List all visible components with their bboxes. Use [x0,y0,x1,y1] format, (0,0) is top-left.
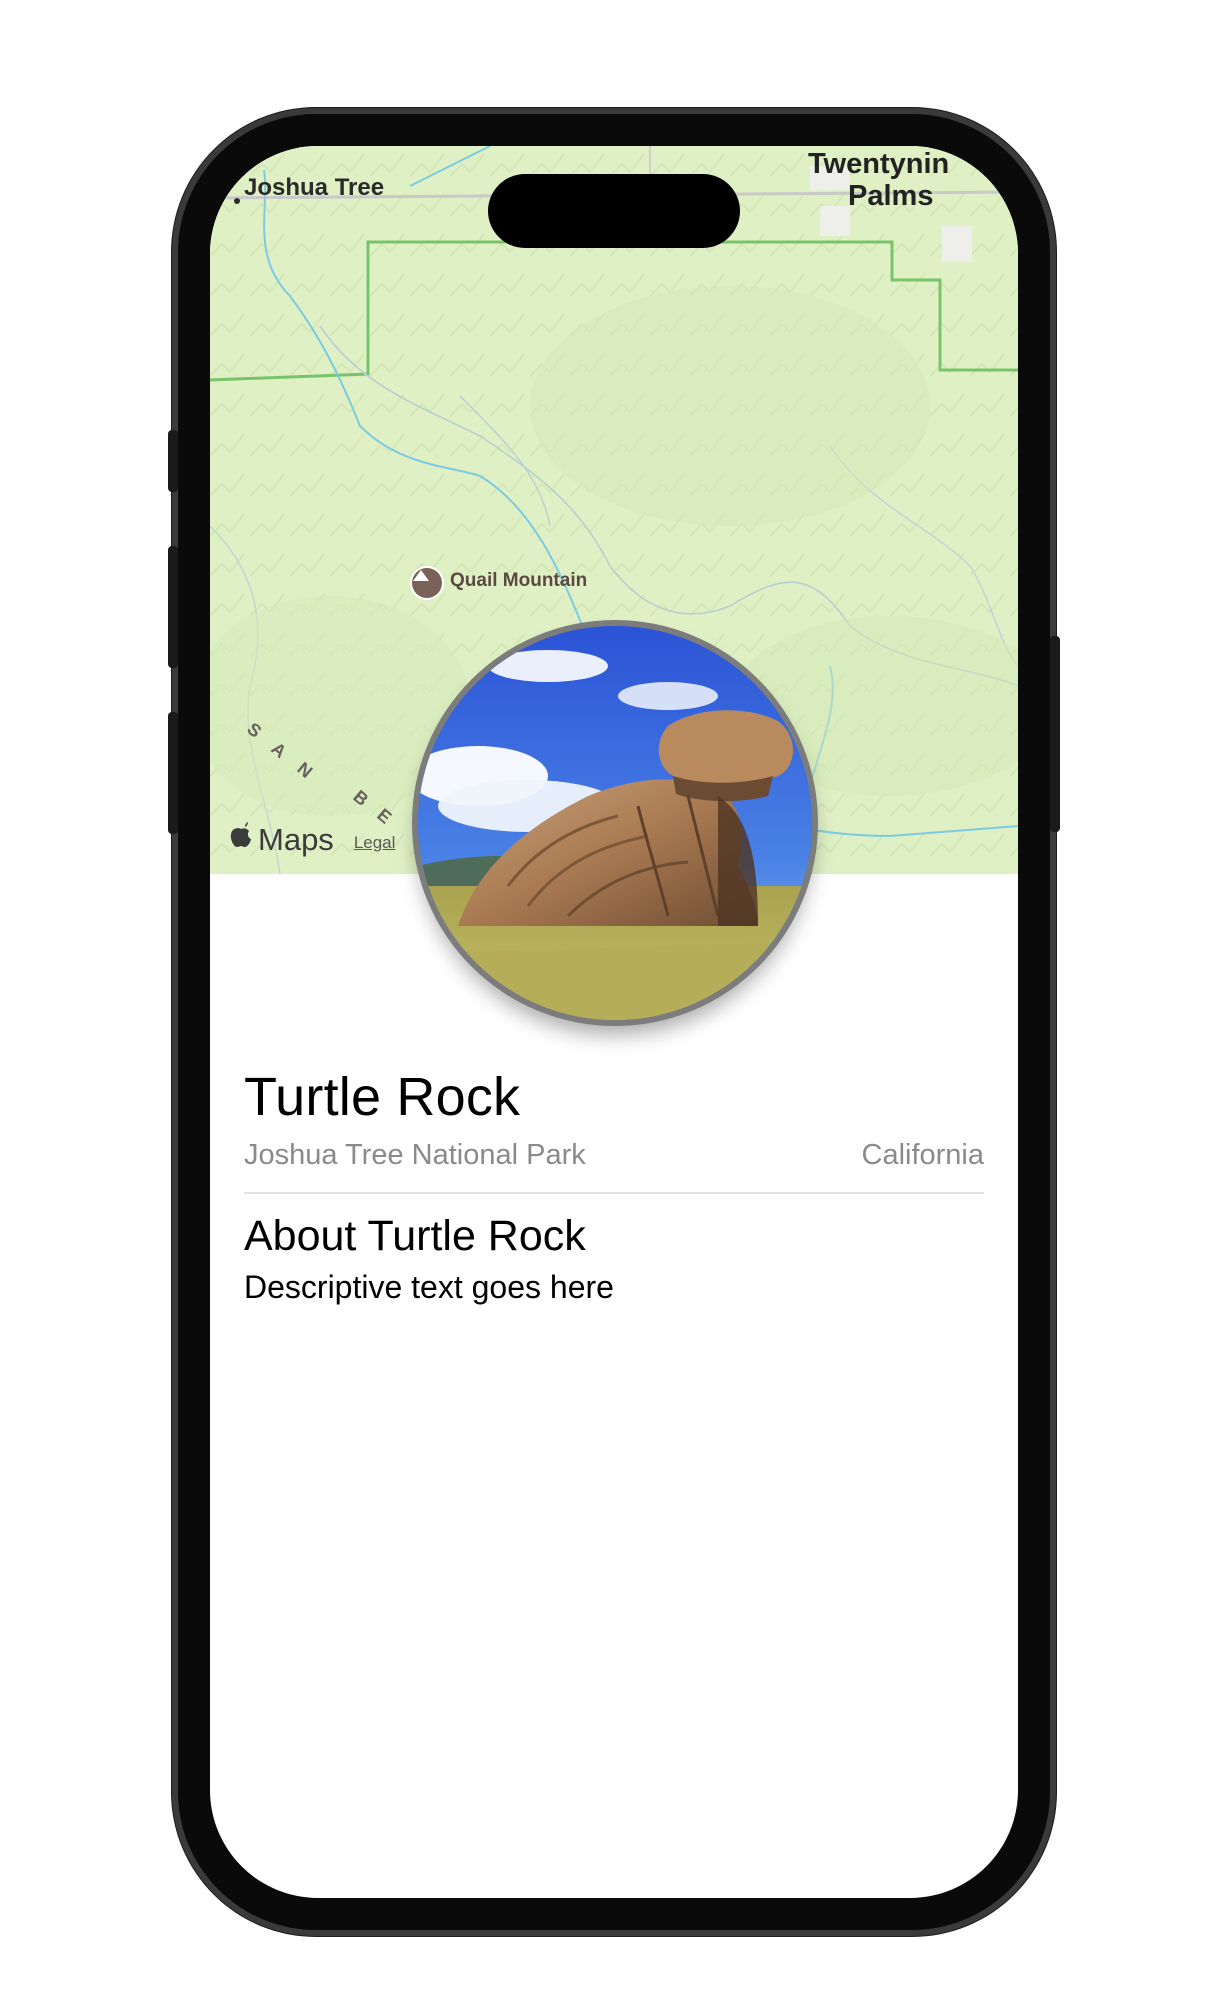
label-twentynine-palms-line2[interactable]: Palms [848,180,933,213]
label-joshua-tree[interactable]: Joshua Tree [244,174,384,202]
state-name: California [861,1139,985,1171]
dynamic-island [488,174,740,248]
legal-link[interactable]: Legal [354,833,396,853]
maps-attribution: Maps Legal [230,822,395,858]
park-name: Joshua Tree National Park [244,1139,586,1171]
maps-brand-text: Maps [258,822,334,857]
device-screen: Joshua Tree Twentynin Palms Quail Mounta… [210,146,1018,1898]
landmark-image [418,626,812,1020]
apple-logo-icon [230,822,252,853]
label-quail-mountain[interactable]: Quail Mountain [450,570,587,592]
landmark-title: Turtle Rock [244,1067,521,1127]
about-heading: About Turtle Rock [244,1212,586,1260]
volume-down-button [168,712,178,834]
town-marker-joshua-tree [234,198,240,204]
power-button [1050,636,1060,832]
description-text: Descriptive text goes here [244,1269,614,1305]
section-divider [244,1192,984,1194]
silent-switch [168,430,178,492]
volume-up-button [168,546,178,668]
label-twentynine-palms-line1[interactable]: Twentynin [808,148,949,181]
mountain-peak-icon[interactable] [412,568,442,598]
